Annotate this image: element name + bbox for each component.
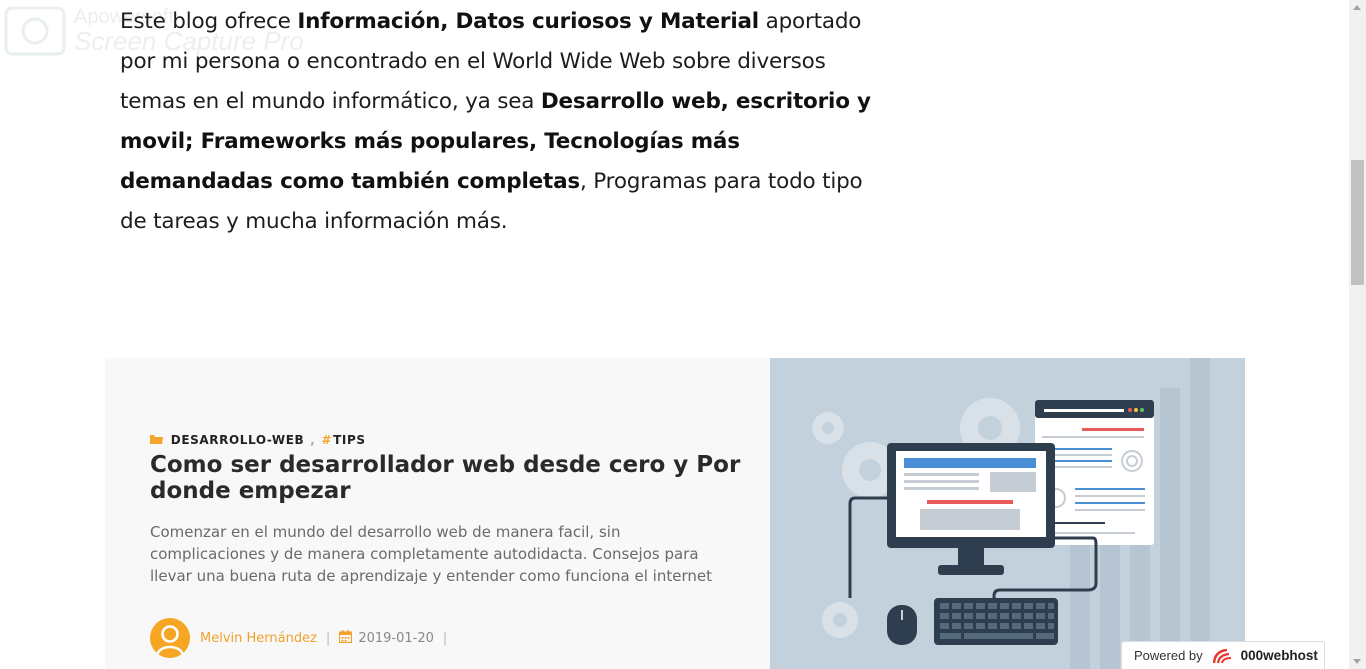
blog-intro-paragraph: Este blog ofrece Información, Datos curi… [120, 2, 880, 242]
calendar-icon [339, 629, 353, 647]
scroll-down-arrow-icon[interactable] [1353, 659, 1361, 664]
meta-divider: | [325, 630, 331, 646]
powered-by-brand: 000webhost [1240, 648, 1318, 663]
page-scrollbar[interactable] [1349, 0, 1366, 669]
post-card-content: DESARROLLO-WEB, #TIPS Como ser desarrolla… [105, 358, 770, 669]
hashtag-icon: # [321, 433, 333, 447]
powered-by-badge[interactable]: Powered by 000webhost [1121, 641, 1325, 669]
category-link-tips[interactable]: TIPS [333, 433, 366, 447]
post-categories: DESARROLLO-WEB, #TIPS [150, 433, 366, 447]
author-name-link[interactable]: Melvin Hernández [200, 631, 317, 646]
intro-text-1: Este blog ofrece [120, 9, 298, 34]
post-date: 2019-01-20 [358, 630, 434, 646]
folder-icon [150, 433, 168, 447]
author-avatar[interactable] [150, 618, 190, 658]
post-meta: Melvin Hernández | 2019-01-20 | [150, 618, 456, 658]
powered-by-label: Powered by [1134, 648, 1203, 663]
watermark-logo-icon [4, 6, 66, 56]
web-development-illustration [812, 358, 1210, 669]
post-excerpt: Comenzar en el mundo del desarrollo web … [150, 523, 712, 585]
scrollbar-thumb[interactable] [1351, 160, 1364, 285]
user-icon [155, 625, 185, 657]
category-separator: , [310, 433, 316, 447]
scroll-up-arrow-icon[interactable] [1353, 5, 1361, 10]
intro-bold-1: Información, Datos curiosos y Material [297, 9, 759, 34]
000webhost-logo-icon [1212, 648, 1231, 663]
post-title-link[interactable]: Como ser desarrollador web desde cero y … [150, 452, 750, 504]
post-featured-image[interactable] [770, 358, 1245, 669]
meta-divider-end: | [442, 630, 448, 646]
category-link-desarrollo-web[interactable]: DESARROLLO-WEB [171, 433, 304, 447]
